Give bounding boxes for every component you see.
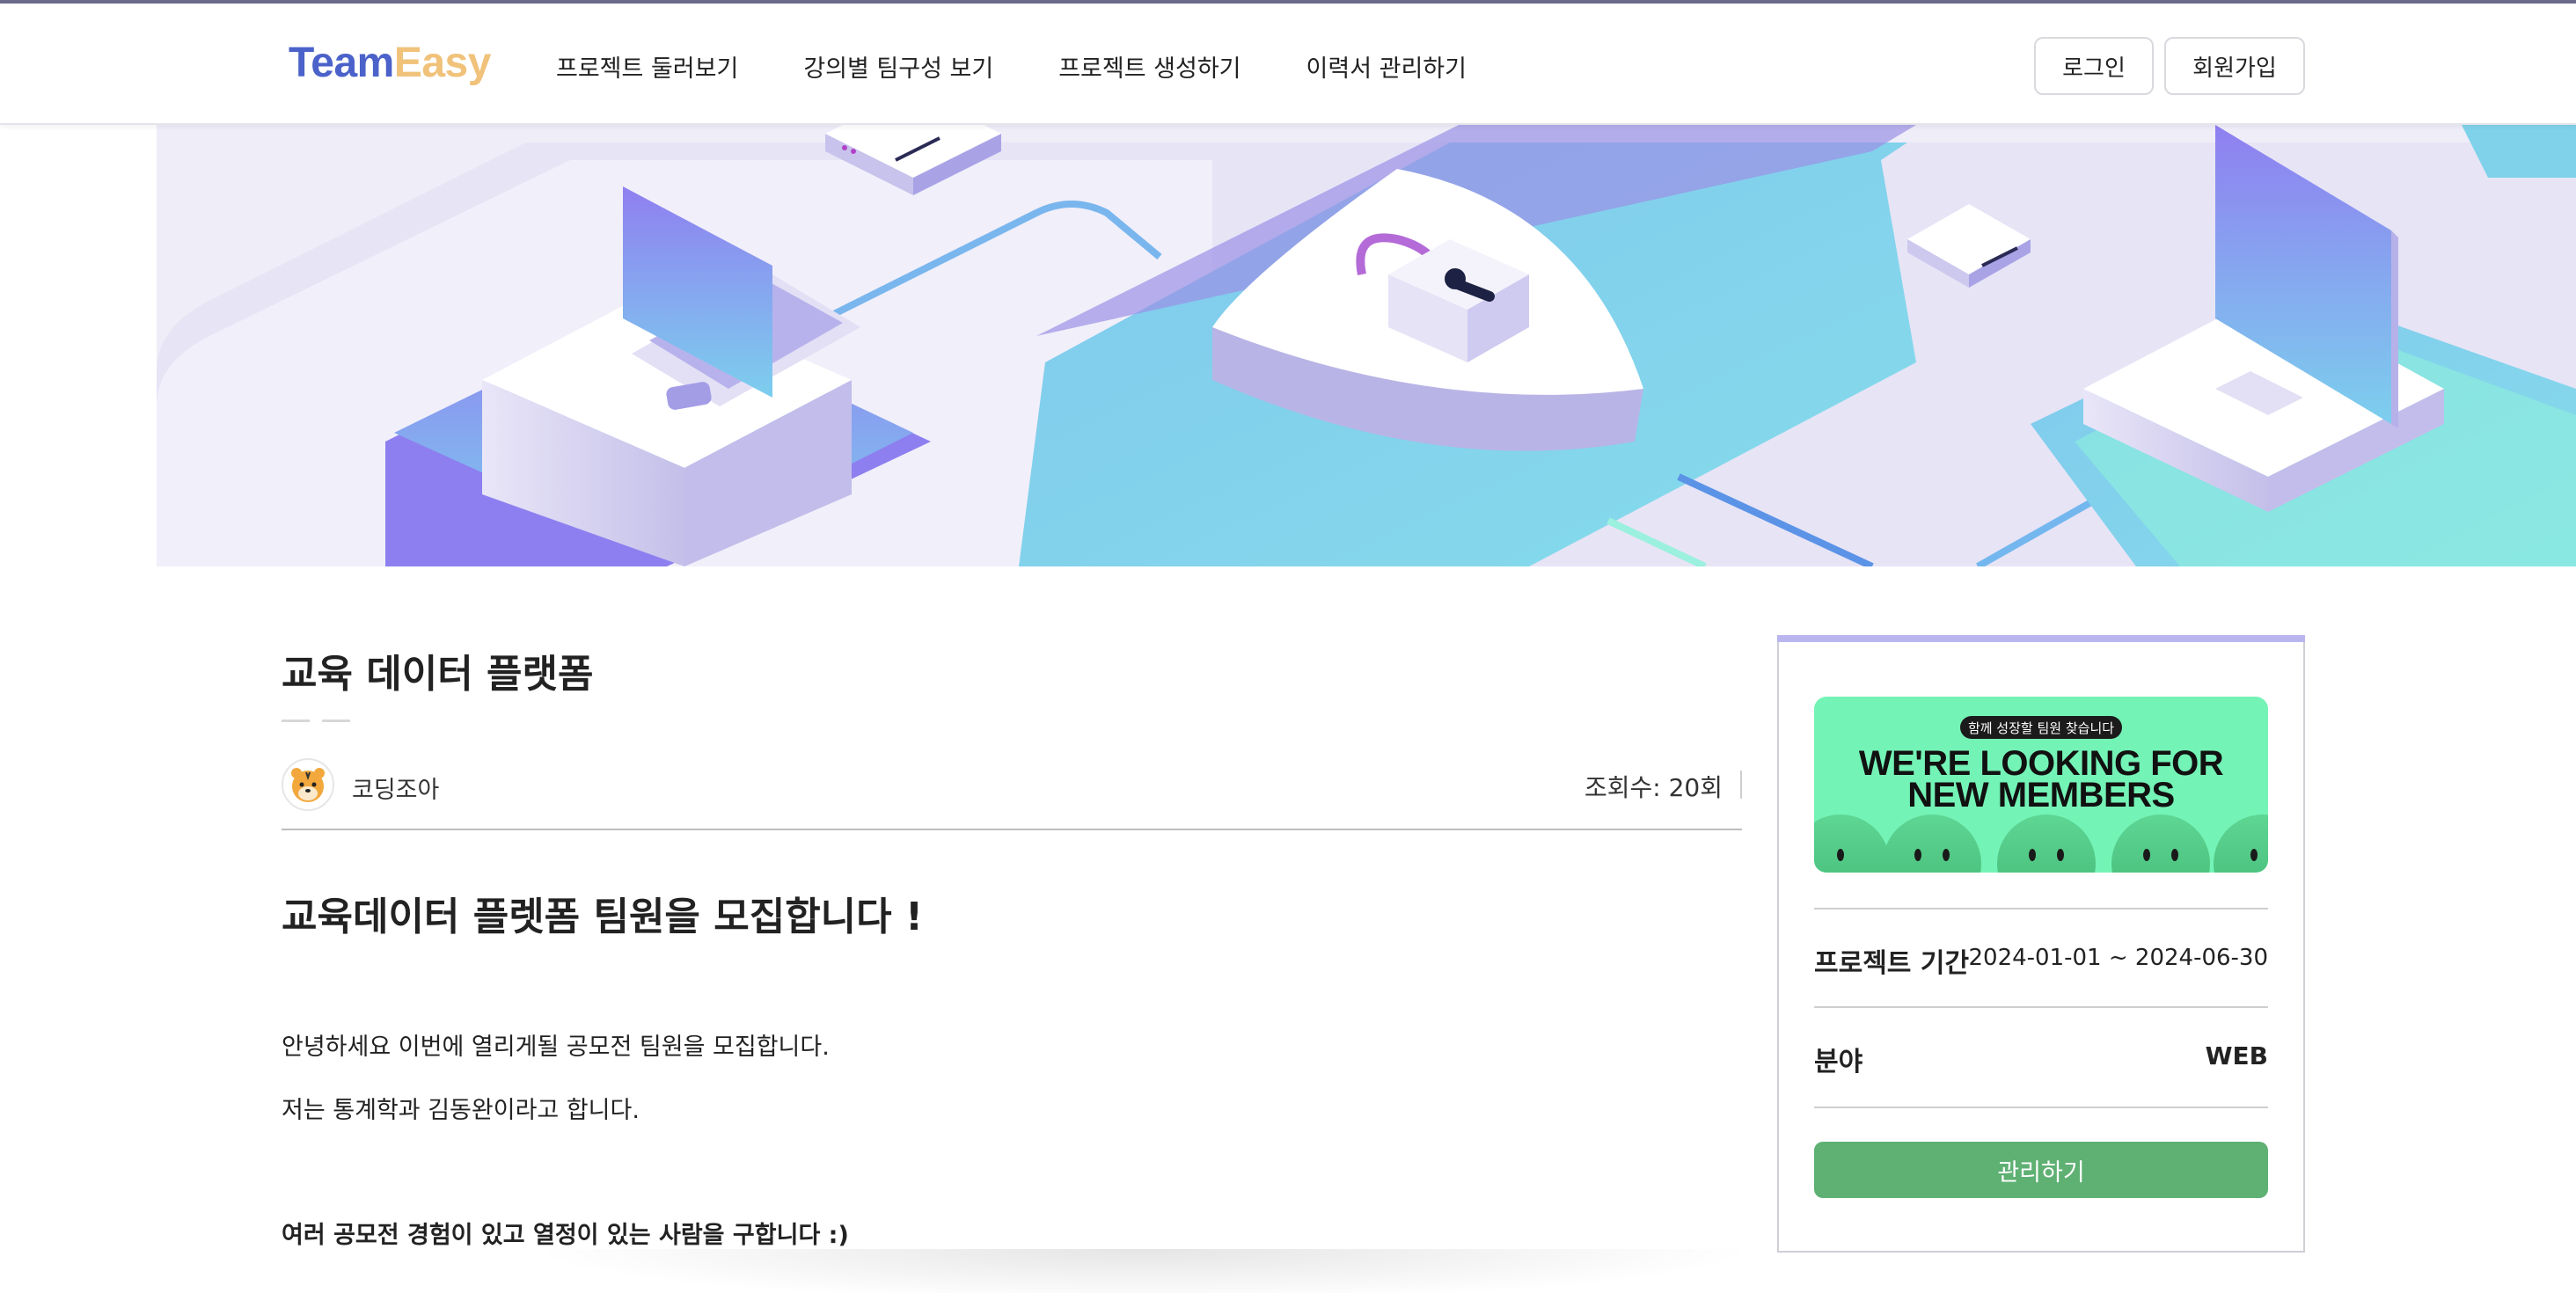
project-info-card: 함께 성장할 팀원 찾습니다 WE'RE LOOKING FOR NEW MEM… [1777, 635, 2305, 1253]
period-label: 프로젝트 기간 [1814, 948, 1970, 979]
bottom-shadow [528, 1249, 1760, 1293]
logo[interactable]: TeamEasy [289, 39, 491, 87]
site-header: TeamEasy 프로젝트 둘러보기 강의별 팀구성 보기 프로젝트 생성하기 … [0, 4, 2576, 125]
logo-team-text: Team [289, 40, 394, 86]
title-dash [322, 720, 350, 722]
card-divider [1814, 1107, 2268, 1108]
recruit-heading-line2: NEW MEMBERS [1907, 776, 2175, 815]
post-title: 교육 데이터 플랫폼 [282, 652, 594, 697]
view-count-separator [1740, 771, 1742, 799]
logo-easy-text: Easy [393, 40, 492, 86]
nav-create-project[interactable]: 프로젝트 생성하기 [1058, 49, 1240, 84]
main-nav: 프로젝트 둘러보기 강의별 팀구성 보기 프로젝트 생성하기 이력서 관리하기 [556, 49, 1532, 84]
post-paragraph: 안녕하세요 이번에 열리게될 공모전 팀원을 모집합니다. [282, 1034, 830, 1061]
field-label: 분야 [1814, 1047, 1863, 1078]
author-name[interactable]: 코딩조아 [352, 771, 439, 805]
hero-banner [157, 125, 2576, 566]
field-value: WEB [2205, 1041, 2268, 1070]
recruit-banner: 함께 성장할 팀원 찾습니다 WE'RE LOOKING FOR NEW MEM… [1814, 697, 2268, 873]
card-divider [1814, 908, 2268, 909]
meta-divider [282, 829, 1742, 830]
author-avatar[interactable] [282, 758, 334, 811]
nav-browse-projects[interactable]: 프로젝트 둘러보기 [556, 49, 738, 84]
view-count: 조회수: 20회 [1584, 773, 1723, 802]
banner-illustration [157, 125, 2576, 566]
period-value: 2024-01-01 ~ 2024-06-30 [1968, 945, 2268, 971]
signup-button[interactable]: 회원가입 [2164, 37, 2305, 95]
post-paragraph-bold: 여러 공모전 경험이 있고 열정이 있는 사람을 구합니다 :) [282, 1222, 849, 1249]
post-paragraph: 저는 통계학과 김동완이라고 합니다. [282, 1097, 640, 1124]
title-dash [282, 720, 310, 722]
login-button[interactable]: 로그인 [2034, 37, 2154, 95]
recruit-pill: 함께 성장할 팀원 찾습니다 [1960, 716, 2122, 739]
manage-button[interactable]: 관리하기 [1814, 1142, 2268, 1198]
card-divider [1814, 1006, 2268, 1008]
nav-manage-resume[interactable]: 이력서 관리하기 [1306, 49, 1467, 84]
post-headline: 교육데이터 플렛폼 팀원을 모집합니다 ! [282, 895, 924, 939]
card-accent-bar [1777, 635, 2305, 642]
tiger-avatar-icon [291, 768, 325, 802]
nav-course-teams[interactable]: 강의별 팀구성 보기 [803, 49, 993, 84]
